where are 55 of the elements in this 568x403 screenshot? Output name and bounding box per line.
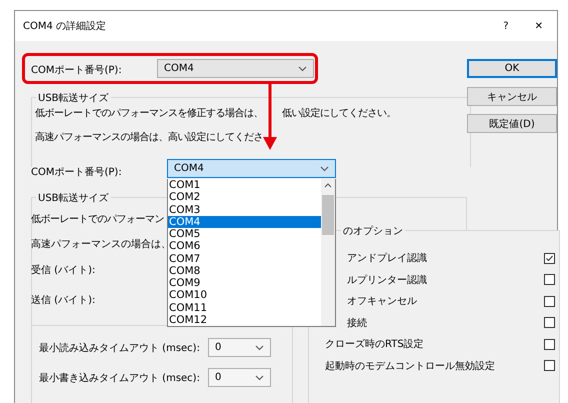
field-label: 送信 (バイト): (31, 294, 96, 307)
window-title: COM4 の詳細設定 (23, 20, 108, 33)
dropdown-item[interactable]: COM12 (168, 314, 321, 326)
description-text: 低ボーレートでのパフォーマン (31, 213, 164, 226)
chevron-down-icon (255, 344, 264, 350)
field-label: 受信 (バイト): (31, 264, 96, 277)
option-label: アンドプレイ認識 (346, 252, 427, 265)
group-title: のオプション (341, 224, 405, 238)
field-label: COMポート番号(P): (31, 64, 122, 77)
dropdown-item[interactable]: COM1 (168, 179, 321, 192)
chevron-down-icon (320, 166, 329, 172)
dropdown-item[interactable]: COM11 (168, 302, 321, 314)
option-label: ルプリンター認識 (346, 274, 427, 286)
option-label: クローズ時のRTS設定 (325, 338, 424, 351)
port-dropdown[interactable]: COM4 (157, 59, 314, 78)
chevron-down-icon (255, 374, 264, 380)
dropdown-item[interactable]: COM7 (168, 252, 321, 265)
dialog-button[interactable]: OK (467, 59, 557, 78)
help-button[interactable]: ? (491, 20, 521, 32)
dropdown-item[interactable]: COM8 (168, 264, 321, 277)
checkbox[interactable] (544, 296, 555, 306)
group-title: USB転送サイズ (36, 91, 111, 105)
checkbox[interactable] (544, 274, 555, 285)
dropdown-item[interactable]: COM10 (168, 289, 321, 302)
dialog-button[interactable]: キャンセル (467, 87, 557, 106)
dropdown-item[interactable]: COM6 (168, 240, 321, 252)
timeout-dropdown[interactable]: 0 (208, 338, 271, 357)
dialog-button[interactable]: 既定値(D) (467, 114, 557, 133)
dropdown-item[interactable]: COM4 (168, 216, 321, 228)
dropdown-item[interactable]: COM5 (168, 228, 321, 240)
field-label: COMポート番号(P): (31, 166, 122, 179)
dropdown-item[interactable]: COM9 (168, 277, 321, 290)
option-label: オフキャンセル (346, 295, 417, 308)
description-text: 高速パフォーマンスの場合は、高い設定にしてくださ (35, 130, 263, 144)
checkbox[interactable] (544, 360, 555, 371)
description-text: 高速パフォーマンスの場合は、 (31, 238, 171, 251)
dropdown-item[interactable]: COM3 (168, 204, 321, 216)
option-label: 接続 (346, 316, 367, 330)
timeout-dropdown[interactable]: 0 (208, 368, 271, 387)
field-label: 最小読み込みタイムアウト (msec): (39, 342, 200, 355)
checkbox[interactable] (544, 317, 555, 328)
option-label: 起動時のモデムコントロール無効設定 (325, 360, 495, 372)
close-button[interactable]: ✕ (520, 20, 557, 32)
field-label: 最小書き込みタイムアウト (msec): (39, 372, 200, 385)
checkbox[interactable] (544, 338, 555, 350)
port-dropdown[interactable]: COM4 (167, 159, 336, 178)
arrow (263, 83, 277, 150)
dropdown-item[interactable]: COM2 (168, 191, 321, 204)
group-title: USB転送サイズ (36, 191, 111, 205)
description-text: 低ボーレートでのパフォーマンスを修正する場合は、 (35, 107, 263, 120)
description-text: 低い設定にしてください。 (282, 106, 396, 120)
scrollbar-thumb[interactable] (322, 195, 334, 235)
checkbox[interactable] (544, 252, 555, 264)
chevron-down-icon (298, 66, 307, 72)
scroll-up-icon[interactable] (324, 183, 332, 188)
